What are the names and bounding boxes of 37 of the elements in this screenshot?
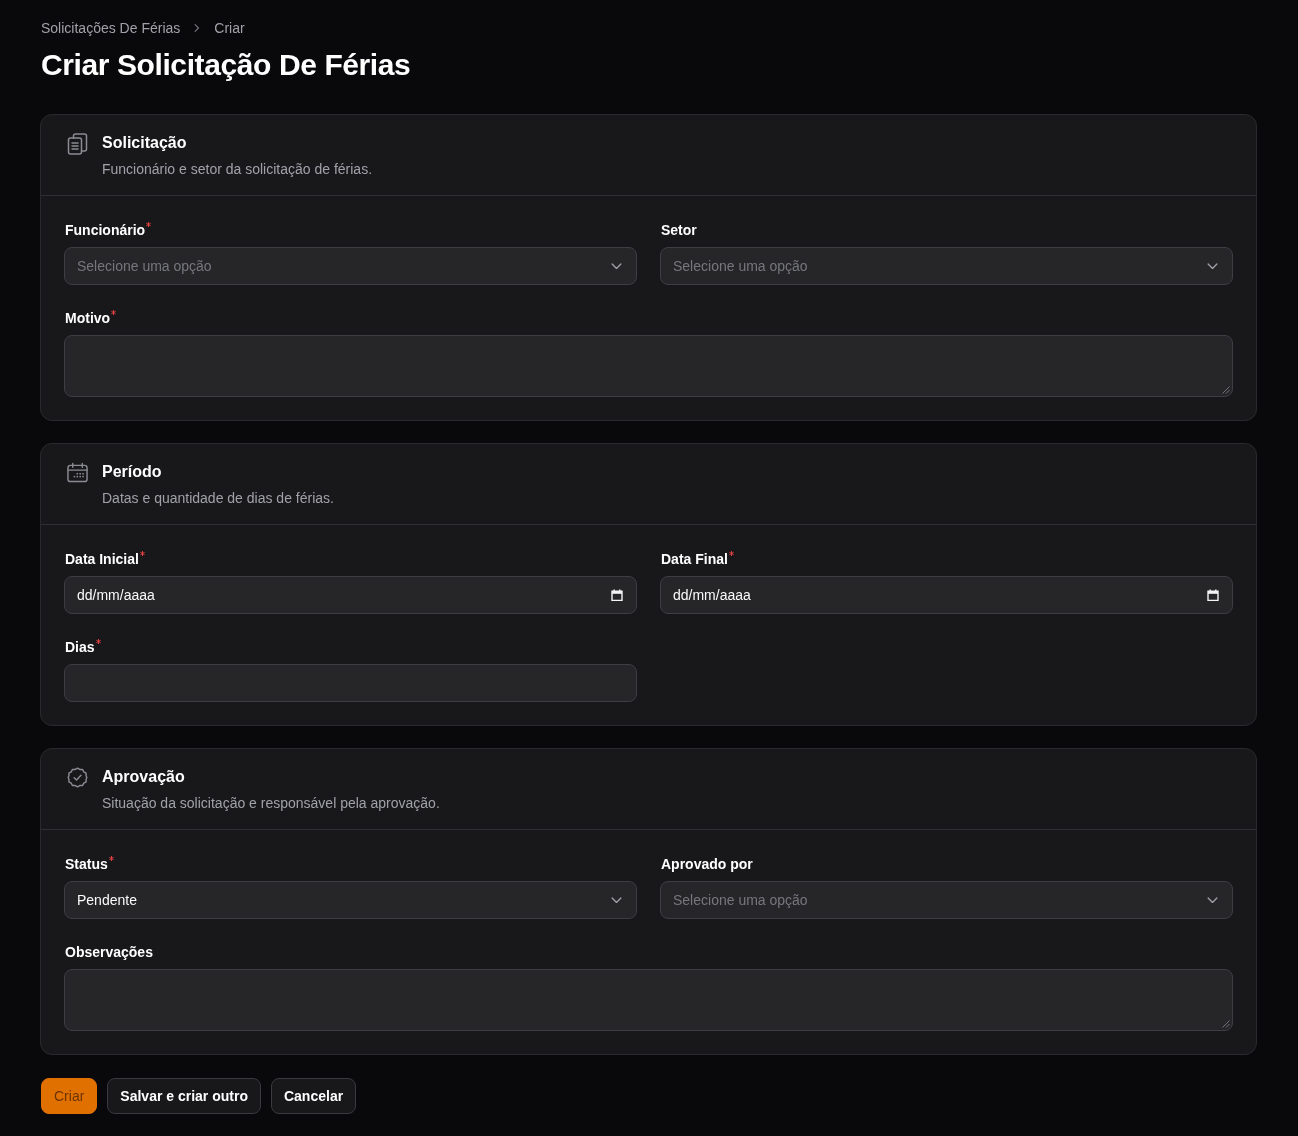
chevron-down-icon bbox=[1207, 896, 1218, 904]
breadcrumb-current: Criar bbox=[214, 19, 245, 38]
action-button[interactable]: Salvar e criar outro bbox=[107, 1078, 261, 1114]
calendar-icon[interactable] bbox=[1207, 589, 1219, 601]
section-description: Situação da solicitação e responsável pela aprovação. bbox=[102, 794, 440, 813]
resize-handle-icon[interactable] bbox=[1222, 386, 1230, 394]
calendar-icon bbox=[67, 462, 88, 483]
section-description: Datas e quantidade de dias de férias. bbox=[102, 489, 334, 508]
field-label: Data Final bbox=[661, 550, 728, 569]
section-description: Funcionário e setor da solicitação de férias. bbox=[102, 160, 373, 179]
textarea-field[interactable] bbox=[64, 335, 1233, 397]
clipboard-icon bbox=[67, 133, 88, 155]
section-title: Aprovação bbox=[102, 767, 186, 787]
section-title: Período bbox=[102, 462, 163, 482]
action-button[interactable]: Cancelar bbox=[270, 1078, 357, 1114]
field-label: Dias bbox=[65, 638, 95, 657]
page-title: Criar Solicitação De Férias bbox=[41, 47, 412, 83]
resize-handle-icon[interactable] bbox=[1222, 1020, 1230, 1028]
field-label: Funcionário bbox=[65, 221, 146, 240]
field-label: Motivo bbox=[65, 309, 111, 328]
breadcrumb-link[interactable]: Solicitações De Férias bbox=[41, 18, 181, 38]
calendar-icon[interactable] bbox=[611, 589, 623, 601]
field-label: Setor bbox=[661, 221, 697, 240]
section-title: Solicitação bbox=[102, 133, 188, 153]
text-field[interactable] bbox=[64, 664, 637, 702]
field-label: Aprovado por bbox=[661, 855, 753, 874]
chevron-down-icon bbox=[1207, 262, 1218, 270]
date-field[interactable]: dd/mm/aaaa bbox=[64, 576, 637, 614]
field-label: Status bbox=[65, 855, 108, 874]
chevron-down-icon bbox=[611, 896, 622, 904]
textarea-field[interactable] bbox=[64, 969, 1233, 1031]
chevron-right-icon bbox=[194, 23, 201, 33]
select-field[interactable]: Pendente bbox=[64, 881, 637, 919]
date-field[interactable]: dd/mm/aaaa bbox=[660, 576, 1233, 614]
field-label: Observações bbox=[65, 943, 153, 962]
chevron-down-icon bbox=[611, 262, 622, 270]
field-label: Data Inicial bbox=[65, 550, 139, 569]
